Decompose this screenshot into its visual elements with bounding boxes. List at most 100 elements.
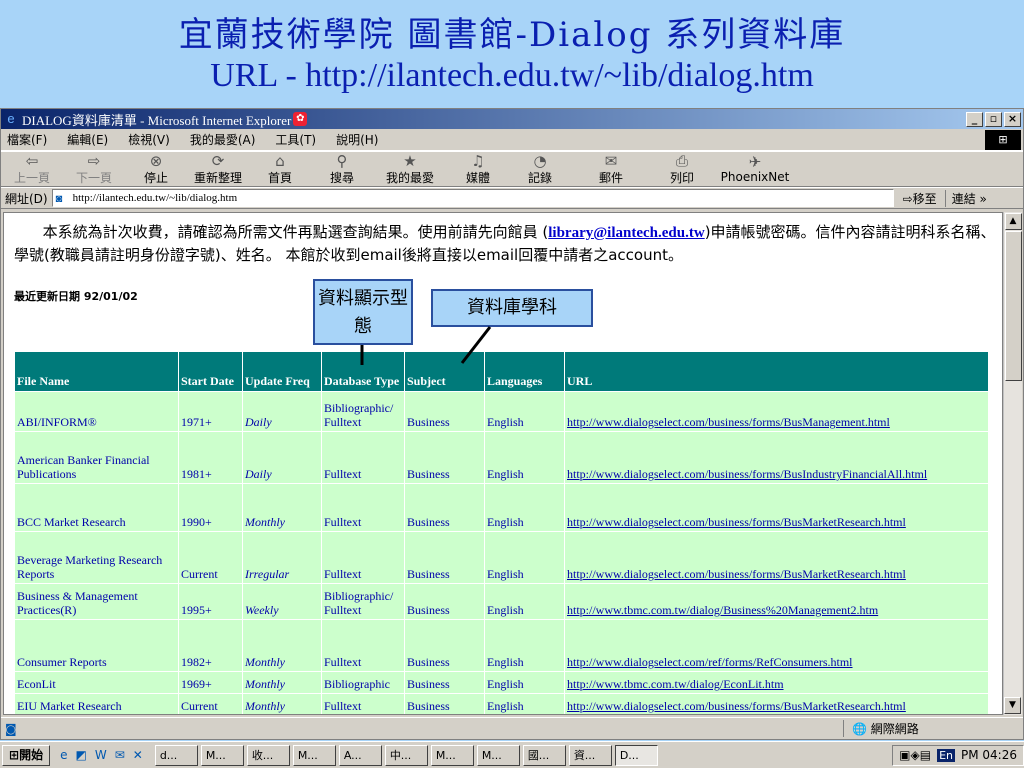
restore-button[interactable]: ▫ [985, 111, 1002, 127]
mail-icon: ✉ [604, 151, 618, 170]
cell-url[interactable]: http://www.dialogselect.com/business/for… [564, 531, 989, 584]
mail-button[interactable]: ✉ 郵件 [571, 153, 651, 186]
menu-view[interactable]: 檢視(V) [128, 131, 170, 148]
back-button[interactable]: ⇦ 上一頁 [1, 153, 63, 186]
menu-tools[interactable]: 工具(T) [275, 131, 316, 148]
cell-subject: Business [404, 671, 485, 694]
media-button[interactable]: ♫ 媒體 [447, 153, 509, 186]
taskbar-task-button[interactable]: 國... [522, 744, 566, 766]
librarian-email-link[interactable]: library@ilantech.edu.tw [548, 225, 704, 241]
cell-update-freq: Daily [242, 391, 322, 432]
cell-url[interactable]: http://www.dialogselect.com/business/for… [564, 693, 989, 714]
windows-logo-icon: ⊞ [985, 129, 1021, 150]
cell-file-name: Business & Management Practices(R) [14, 583, 179, 620]
links-button[interactable]: 連結 » [944, 189, 987, 207]
cell-subject: Business [404, 619, 485, 672]
database-url-link[interactable]: http://www.dialogselect.com/business/for… [567, 567, 906, 581]
taskbar-task-button[interactable]: M... [292, 744, 336, 766]
favorites-button[interactable]: ★ 我的最愛 [373, 153, 447, 186]
table-header-row: File Name Start Date Update Freq Databas… [14, 351, 989, 392]
history-button[interactable]: ◔ 記錄 [509, 153, 571, 186]
back-icon: ⇦ [25, 151, 39, 170]
cell-subject: Business [404, 483, 485, 532]
desktop-quicklaunch-icon[interactable]: ◩ [75, 748, 86, 762]
address-label: 網址(D) [5, 191, 48, 206]
vertical-scrollbar[interactable]: ▲ ▼ [1003, 212, 1022, 715]
window-title: DIALOG資料庫清單 - Microsoft Internet Explore… [22, 112, 292, 128]
tray-icons[interactable]: ▣◈▤ [899, 748, 931, 762]
outlook-quicklaunch-icon[interactable]: ✉ [115, 748, 125, 762]
menu-file[interactable]: 檔案(F) [7, 131, 47, 148]
col-file-name: File Name [14, 351, 179, 392]
cell-url[interactable]: http://www.tbmc.com.tw/dialog/EconLit.ht… [564, 671, 989, 694]
ie-quicklaunch-icon[interactable]: e [60, 748, 67, 762]
forward-button[interactable]: ⇨ 下一頁 [63, 153, 125, 186]
go-button[interactable]: ⇨移至 [903, 190, 937, 207]
cell-file-name: EIU Market Research [14, 693, 179, 714]
scroll-thumb[interactable] [1004, 231, 1022, 381]
cell-url[interactable]: http://www.dialogselect.com/ref/forms/Re… [564, 619, 989, 672]
menu-edit[interactable]: 編輯(E) [67, 131, 108, 148]
table-row: BCC Market Research 1990+ Monthly Fulltext B… [14, 483, 989, 532]
close-button[interactable]: × [1004, 111, 1021, 127]
window-titlebar[interactable]: e DIALOG資料庫清單 - Microsoft Internet Explo… [1, 109, 1023, 129]
scroll-up-button[interactable]: ▲ [1004, 213, 1022, 230]
slide-title: 宜蘭技術學院 圖書館-Dialog 系列資料庫 URL - http://ila… [0, 0, 1024, 108]
phoenixnet-button[interactable]: ✈ PhoenixNet [713, 154, 797, 184]
phoenixnet-icon: ✈ [748, 153, 762, 171]
taskbar-task-button[interactable]: 收... [246, 744, 290, 766]
table-row: EconLit 1969+ Monthly Bibliographic Business… [14, 671, 989, 694]
database-url-link[interactable]: http://www.dialogselect.com/business/for… [567, 415, 890, 429]
search-button[interactable]: ⚲ 搜尋 [311, 153, 373, 186]
ie-logo-icon: e [7, 111, 15, 126]
address-bar: 網址(D) ◙ http://ilantech.edu.tw/~lib/dial… [1, 187, 1023, 209]
cell-start-date: 1995+ [178, 583, 243, 620]
menu-help[interactable]: 說明(H) [336, 131, 378, 148]
cell-start-date: 1981+ [178, 431, 243, 484]
menu-favorites[interactable]: 我的最愛(A) [190, 131, 256, 148]
taskbar-task-button[interactable]: M... [430, 744, 474, 766]
cell-url[interactable]: http://www.tbmc.com.tw/dialog/Business%2… [564, 583, 989, 620]
cell-database-type: Fulltext [321, 531, 405, 584]
taskbar-task-button[interactable]: d... [154, 744, 198, 766]
taskbar-task-button[interactable]: A... [338, 744, 382, 766]
table-row: Beverage Marketing Research Reports Curre… [14, 531, 989, 584]
cell-start-date: Current [178, 693, 243, 714]
cell-languages: English [484, 583, 565, 620]
cell-languages: English [484, 483, 565, 532]
cell-database-type: Bibliographic [321, 671, 405, 694]
database-url-link[interactable]: http://www.tbmc.com.tw/dialog/Business%2… [567, 603, 878, 617]
cell-start-date: 1990+ [178, 483, 243, 532]
word-quicklaunch-icon[interactable]: W [95, 748, 107, 762]
cell-subject: Business [404, 431, 485, 484]
stop-button[interactable]: ⊗ 停止 [125, 153, 187, 186]
database-url-link[interactable]: http://www.dialogselect.com/business/for… [567, 515, 906, 529]
database-url-link[interactable]: http://www.dialogselect.com/business/for… [567, 467, 927, 481]
address-input[interactable]: ◙ http://ilantech.edu.tw/~lib/dialog.htm [51, 189, 894, 207]
taskbar-task-button[interactable]: 資... [568, 744, 612, 766]
home-button[interactable]: ⌂ 首頁 [249, 153, 311, 186]
cell-url[interactable]: http://www.dialogselect.com/business/for… [564, 391, 989, 432]
cell-file-name: BCC Market Research [14, 483, 179, 532]
database-url-link[interactable]: http://www.tbmc.com.tw/dialog/EconLit.ht… [567, 677, 784, 691]
clock: PM 04:26 [961, 748, 1017, 762]
taskbar-task-button[interactable]: 中... [384, 744, 428, 766]
callout-display-type: 資料顯示型態 [313, 279, 413, 345]
excel-quicklaunch-icon[interactable]: ✕ [133, 748, 143, 762]
page-icon: ◙ [55, 193, 63, 205]
print-button[interactable]: ⎙ 列印 [651, 153, 713, 186]
scroll-down-button[interactable]: ▼ [1004, 697, 1021, 714]
database-url-link[interactable]: http://www.dialogselect.com/business/for… [567, 699, 906, 713]
cell-url[interactable]: http://www.dialogselect.com/business/for… [564, 483, 989, 532]
ime-indicator[interactable]: En [937, 748, 955, 762]
print-icon: ⎙ [675, 151, 688, 170]
taskbar-task-button[interactable]: M... [200, 744, 244, 766]
cell-subject: Business [404, 693, 485, 714]
start-button[interactable]: ⊞開始 [2, 744, 51, 766]
database-url-link[interactable]: http://www.dialogselect.com/ref/forms/Re… [567, 655, 853, 669]
minimize-button[interactable]: _ [966, 111, 983, 127]
refresh-button[interactable]: ⟳ 重新整理 [187, 153, 249, 186]
taskbar-task-button[interactable]: D... [614, 744, 658, 766]
taskbar-task-button[interactable]: M... [476, 744, 520, 766]
cell-url[interactable]: http://www.dialogselect.com/business/for… [564, 431, 989, 484]
